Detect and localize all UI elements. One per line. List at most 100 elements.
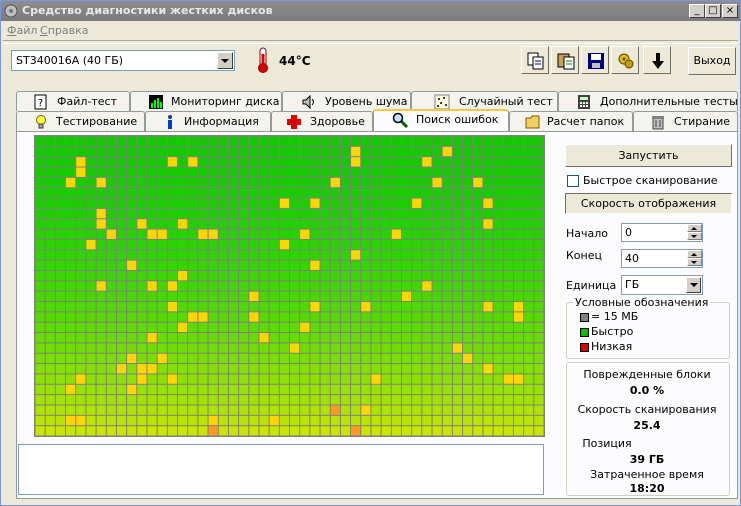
- scan-block: [300, 250, 310, 260]
- scan-block: [493, 188, 503, 198]
- tab-label: Дополнительные тесты: [600, 95, 738, 108]
- paste-button[interactable]: [551, 46, 579, 74]
- scan-block: [524, 364, 534, 374]
- scan-block: [361, 374, 371, 384]
- display-speed-button[interactable]: Скорость отображения: [565, 193, 732, 214]
- quick-scan-checkbox[interactable]: [567, 175, 579, 187]
- download-button[interactable]: [643, 46, 671, 74]
- scan-block: [55, 384, 66, 395]
- scan-block: [503, 229, 513, 239]
- unit-select[interactable]: ГБ: [621, 275, 703, 295]
- copy-button[interactable]: [521, 46, 549, 74]
- maximize-button[interactable]: □: [705, 4, 721, 18]
- scan-block: [116, 302, 127, 312]
- scan-block: [473, 426, 483, 436]
- close-button[interactable]: ×: [722, 4, 738, 18]
- scan-block: [76, 270, 86, 281]
- scan-block-slow: [422, 157, 432, 167]
- tab-health[interactable]: Здоровье: [271, 111, 373, 131]
- scan-block: [279, 405, 289, 415]
- menu-file[interactable]: Файл: [7, 24, 37, 37]
- menu-help[interactable]: Справка: [40, 24, 88, 37]
- tab-file-test[interactable]: ? Файл-тест: [16, 91, 130, 111]
- chevron-down-icon[interactable]: [217, 52, 233, 69]
- start-scan-button[interactable]: Запустить: [565, 144, 732, 167]
- scan-block: [86, 343, 96, 353]
- scan-block: [96, 415, 106, 426]
- scan-block: [279, 136, 289, 146]
- scan-block: [116, 157, 127, 167]
- range-end-spinner[interactable]: [687, 250, 702, 267]
- tab-testing[interactable]: Тестирование: [16, 111, 145, 131]
- scan-block-slow: [259, 333, 269, 343]
- scan-block: [45, 219, 55, 229]
- tab-information[interactable]: Информация: [145, 111, 271, 131]
- scan-block: [116, 405, 127, 415]
- tab-error-search[interactable]: Поиск ошибок: [373, 109, 509, 131]
- scan-block: [300, 353, 310, 364]
- scan-block: [116, 312, 127, 322]
- scan-block-slow: [127, 384, 137, 395]
- settings-button[interactable]: [611, 46, 639, 74]
- scan-block: [503, 270, 513, 281]
- scan-block: [66, 229, 76, 239]
- save-button[interactable]: [581, 46, 609, 74]
- scan-block: [116, 136, 127, 146]
- scan-block: [228, 333, 239, 343]
- scan-block: [198, 405, 208, 415]
- scan-block: [371, 364, 381, 374]
- scan-block: [513, 343, 524, 353]
- scan-block: [269, 343, 279, 353]
- scan-block: [66, 146, 76, 157]
- tab-label: Информация: [184, 115, 259, 128]
- info-icon: [168, 115, 172, 129]
- scan-block: [239, 374, 249, 384]
- scan-block: [290, 364, 300, 374]
- scan-block: [35, 302, 45, 312]
- scan-block: [381, 322, 391, 333]
- scan-block: [96, 426, 106, 436]
- tab-noise-level[interactable]: Уровень шума: [282, 91, 411, 111]
- scan-block: [493, 333, 503, 343]
- scan-block: [473, 343, 483, 353]
- scan-block: [483, 136, 493, 146]
- scan-block: [310, 250, 320, 260]
- scan-block: [381, 374, 391, 384]
- scan-block: [137, 291, 147, 302]
- scan-block: [300, 343, 310, 353]
- scan-block: [442, 364, 452, 374]
- scan-block: [483, 146, 493, 157]
- scan-block: [493, 157, 503, 167]
- scan-block-slow: [96, 219, 106, 229]
- scan-block: [116, 229, 127, 239]
- minimize-button[interactable]: _: [689, 4, 705, 18]
- tab-disk-monitoring[interactable]: Мониторинг диска: [130, 91, 282, 111]
- scan-block: [401, 219, 412, 229]
- scan-block: [493, 405, 503, 415]
- scan-block: [391, 167, 401, 177]
- scan-block: [401, 177, 412, 188]
- range-start-spinner[interactable]: [687, 224, 702, 241]
- scan-block: [259, 353, 269, 364]
- tab-folder-calc[interactable]: Расчет папок: [509, 111, 633, 131]
- range-end-input[interactable]: 40: [621, 249, 703, 268]
- chevron-down-icon[interactable]: [686, 277, 701, 293]
- range-start-input[interactable]: 0: [621, 223, 703, 242]
- scan-block: [534, 239, 544, 250]
- log-output[interactable]: [18, 444, 544, 495]
- tab-wipe[interactable]: Стирание: [633, 111, 738, 131]
- scan-block: [198, 291, 208, 302]
- scan-block: [524, 250, 534, 260]
- scan-block: [198, 177, 208, 188]
- scan-block: [401, 395, 412, 405]
- tab-random-test[interactable]: Случайный тест: [411, 91, 558, 111]
- scan-block: [279, 188, 289, 198]
- scan-block: [391, 395, 401, 405]
- scan-block: [167, 426, 178, 436]
- scan-block: [198, 239, 208, 250]
- scan-block: [137, 302, 147, 312]
- tab-additional-tests[interactable]: Дополнительные тесты: [558, 91, 738, 111]
- exit-button[interactable]: Выход: [688, 47, 736, 75]
- disk-select[interactable]: ST340016A (40 ГБ): [11, 50, 235, 71]
- scan-block: [432, 219, 442, 229]
